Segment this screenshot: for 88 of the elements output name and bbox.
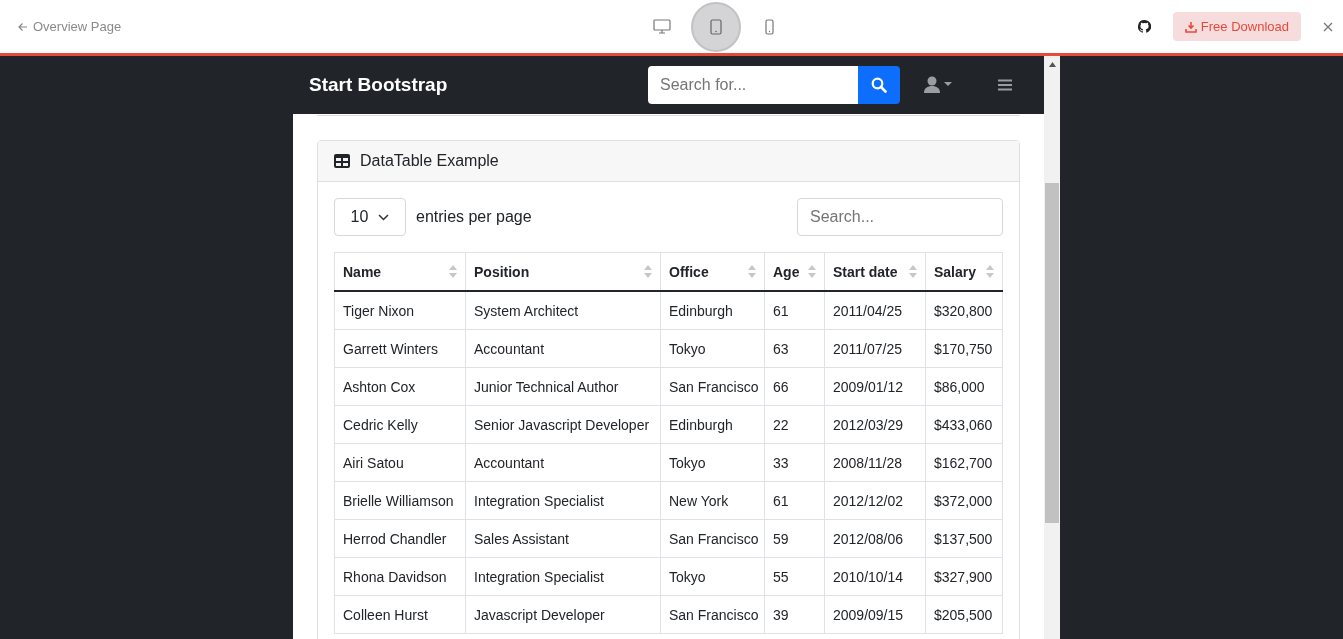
table-cell: System Architect <box>465 291 661 330</box>
search-icon <box>871 77 887 93</box>
table-cell: Tiger Nixon <box>334 291 466 330</box>
table-cell: Airi Satou <box>334 443 466 482</box>
table-cell: 66 <box>764 367 825 406</box>
sort-icon <box>808 264 816 278</box>
table-icon <box>334 154 350 168</box>
github-icon[interactable] <box>1137 20 1151 33</box>
monitor-icon <box>652 19 671 34</box>
table-cell: 2010/10/14 <box>824 557 926 596</box>
table-cell: Cedric Kelly <box>334 405 466 444</box>
table-cell: 39 <box>764 595 825 634</box>
table-cell: Senior Javascript Developer <box>465 405 661 444</box>
table-cell: Integration Specialist <box>465 557 661 596</box>
table-cell: 2011/04/25 <box>824 291 926 330</box>
table-cell: San Francisco <box>660 519 765 558</box>
table-cell: 63 <box>764 329 825 368</box>
table-cell: 2012/03/29 <box>824 405 926 444</box>
table-cell: Ashton Cox <box>334 367 466 406</box>
column-header[interactable]: Position <box>465 252 661 291</box>
table-cell: $327,900 <box>925 557 1003 596</box>
table-cell: Sales Assistant <box>465 519 661 558</box>
table-cell: 2009/09/15 <box>824 595 926 634</box>
table-cell: Accountant <box>465 443 661 482</box>
table-cell: Brielle Williamson <box>334 481 466 520</box>
table-cell: 55 <box>764 557 825 596</box>
search-button[interactable] <box>858 66 900 104</box>
table-cell: Integration Specialist <box>465 481 661 520</box>
table-cell: Rhona Davidson <box>334 557 466 596</box>
table-search-field[interactable]: Search... <box>797 198 1003 236</box>
sort-icon <box>644 264 652 278</box>
menu-icon[interactable] <box>998 79 1012 91</box>
download-icon <box>1184 20 1197 33</box>
table-cell: $162,700 <box>925 443 1003 482</box>
sort-icon <box>748 264 756 278</box>
table-cell: Tokyo <box>660 557 765 596</box>
search-field[interactable]: Search for... <box>648 66 858 104</box>
column-header[interactable]: Start date <box>824 252 926 291</box>
column-header[interactable]: Salary <box>925 252 1003 291</box>
scroll-up-arrow-icon <box>1048 62 1056 67</box>
sort-icon <box>449 264 457 278</box>
table-cell: $137,500 <box>925 519 1003 558</box>
page-size-select[interactable]: 10 <box>334 198 406 236</box>
table-cell: $86,000 <box>925 367 1003 406</box>
table-cell: 61 <box>764 291 825 330</box>
table-cell: $320,800 <box>925 291 1003 330</box>
table-cell: $205,500 <box>925 595 1003 634</box>
tablet-view-button[interactable] <box>690 1 741 52</box>
table-cell: 2009/01/12 <box>824 367 926 406</box>
table-cell: $170,750 <box>925 329 1003 368</box>
table-cell: $372,000 <box>925 481 1003 520</box>
table-cell: Edinburgh <box>660 291 765 330</box>
back-link[interactable]: Overview Page <box>18 19 122 34</box>
table-cell: 2012/12/02 <box>824 481 926 520</box>
sort-icon <box>986 264 994 278</box>
brand-link[interactable]: Start Bootstrap <box>309 74 648 96</box>
table-cell: Javascript Developer <box>465 595 661 634</box>
table-cell: San Francisco <box>660 595 765 634</box>
card-title: DataTable Example <box>360 152 499 170</box>
table-cell: Tokyo <box>660 329 765 368</box>
phone-icon <box>765 18 774 35</box>
table-cell: Colleen Hurst <box>334 595 466 634</box>
table-cell: Accountant <box>465 329 661 368</box>
page-size-label: entries per page <box>416 208 533 226</box>
table-cell: 2008/11/28 <box>824 443 926 482</box>
table-cell: $433,060 <box>925 405 1003 444</box>
column-header[interactable]: Office <box>660 252 765 291</box>
table-cell: Tokyo <box>660 443 765 482</box>
table-cell: 22 <box>764 405 825 444</box>
tablet-icon <box>709 18 722 35</box>
close-icon[interactable] <box>1323 21 1333 32</box>
table-cell: 2012/08/06 <box>824 519 926 558</box>
arrow-left-icon <box>18 21 28 32</box>
table-cell: 59 <box>764 519 825 558</box>
table-cell: 2011/07/25 <box>824 329 926 368</box>
table-cell: San Francisco <box>660 367 765 406</box>
sort-icon <box>909 264 917 278</box>
table-cell: Junior Technical Author <box>465 367 661 406</box>
table-cell: Herrod Chandler <box>334 519 466 558</box>
scrollbar[interactable] <box>1044 56 1060 639</box>
table-cell: 61 <box>764 481 825 520</box>
table-cell: 33 <box>764 443 825 482</box>
chevron-down-icon <box>378 213 390 221</box>
column-header[interactable]: Name <box>334 252 466 291</box>
table-cell: Garrett Winters <box>334 329 466 368</box>
column-header[interactable]: Age <box>764 252 825 291</box>
table-cell: New York <box>660 481 765 520</box>
table-cell: Edinburgh <box>660 405 765 444</box>
